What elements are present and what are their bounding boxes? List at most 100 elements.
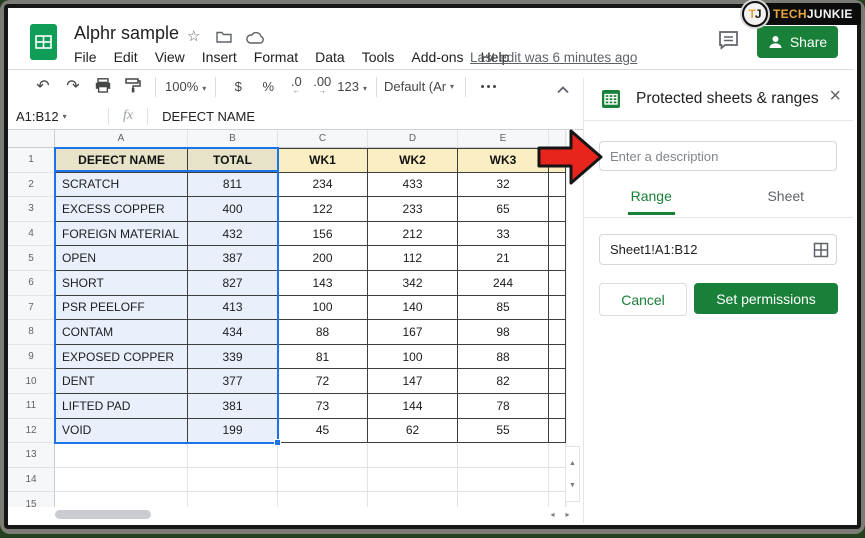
folder-icon[interactable] (216, 30, 232, 48)
row-header-14[interactable]: 14 (8, 468, 55, 493)
cell-E3[interactable]: 65 (458, 197, 549, 222)
cell-C10[interactable]: 72 (278, 369, 368, 394)
cell-B9[interactable]: 339 (188, 345, 278, 370)
cell-D11[interactable]: 144 (368, 394, 458, 419)
row-header-4[interactable]: 4 (8, 222, 55, 247)
cell-C11[interactable]: 73 (278, 394, 368, 419)
cell-A10[interactable]: DENT (55, 369, 188, 394)
cell-D7[interactable]: 140 (368, 296, 458, 321)
row-header-11[interactable]: 11 (8, 394, 55, 419)
cell-D2[interactable]: 433 (368, 173, 458, 198)
cell-F13[interactable] (549, 443, 566, 468)
cell-E7[interactable]: 85 (458, 296, 549, 321)
cell-C8[interactable]: 88 (278, 320, 368, 345)
cell-A11[interactable]: LIFTED PAD (55, 394, 188, 419)
cell-D8[interactable]: 167 (368, 320, 458, 345)
cell-D12[interactable]: 62 (368, 419, 458, 444)
cell-A5[interactable]: OPEN (55, 246, 188, 271)
cell-E13[interactable] (458, 443, 549, 468)
cell-E14[interactable] (458, 468, 549, 493)
cell-E5[interactable]: 21 (458, 246, 549, 271)
column-header-D[interactable]: D (368, 130, 458, 148)
undo-button[interactable]: ↶ (28, 79, 58, 95)
cell-D4[interactable]: 212 (368, 222, 458, 247)
cell-A7[interactable]: PSR PEELOFF (55, 296, 188, 321)
column-header-C[interactable]: C (278, 130, 368, 148)
column-header-B[interactable]: B (188, 130, 278, 148)
more-toolbar-options-button[interactable] (481, 85, 496, 88)
cell-C4[interactable]: 156 (278, 222, 368, 247)
cell-E8[interactable]: 98 (458, 320, 549, 345)
paint-format-button[interactable] (118, 78, 148, 96)
cell-F3[interactable] (549, 197, 566, 222)
row-header-9[interactable]: 9 (8, 345, 55, 370)
format-percent-button[interactable]: % (253, 79, 283, 94)
cell-B4[interactable]: 432 (188, 222, 278, 247)
cell-E11[interactable]: 78 (458, 394, 549, 419)
font-select[interactable]: Default (Ari…▾ (384, 79, 458, 94)
cell-E9[interactable]: 88 (458, 345, 549, 370)
menu-view[interactable]: View (155, 49, 185, 65)
cell-C1[interactable]: WK1 (278, 148, 368, 173)
set-permissions-button[interactable]: Set permissions (694, 283, 838, 314)
cell-C12[interactable]: 45 (278, 419, 368, 444)
tab-sheet[interactable]: Sheet (719, 185, 854, 217)
cell-B6[interactable]: 827 (188, 271, 278, 296)
cell-D13[interactable] (368, 443, 458, 468)
cell-D3[interactable]: 233 (368, 197, 458, 222)
cell-F10[interactable] (549, 369, 566, 394)
cell-B2[interactable]: 811 (188, 173, 278, 198)
cell-C6[interactable]: 143 (278, 271, 368, 296)
row-header-12[interactable]: 12 (8, 419, 55, 444)
cancel-button[interactable]: Cancel (599, 283, 687, 316)
format-currency-button[interactable]: $ (223, 79, 253, 94)
cell-C5[interactable]: 200 (278, 246, 368, 271)
description-input[interactable] (599, 141, 837, 171)
cell-F11[interactable] (549, 394, 566, 419)
cell-A1[interactable]: DEFECT NAME (55, 148, 188, 173)
formula-bar-value[interactable]: DEFECT NAME (162, 109, 255, 124)
cell-F4[interactable] (549, 222, 566, 247)
cell-B5[interactable]: 387 (188, 246, 278, 271)
cell-F9[interactable] (549, 345, 566, 370)
cell-B1[interactable]: TOTAL (188, 148, 278, 173)
cell-F6[interactable] (549, 271, 566, 296)
cell-D1[interactable]: WK2 (368, 148, 458, 173)
increase-decimal-button[interactable]: .00→ (309, 77, 335, 97)
menu-add-ons[interactable]: Add-ons (411, 49, 463, 65)
row-header-6[interactable]: 6 (8, 271, 55, 296)
cell-E12[interactable]: 55 (458, 419, 549, 444)
menu-file[interactable]: File (74, 49, 97, 65)
share-button[interactable]: Share (757, 26, 838, 58)
star-icon[interactable]: ☆ (187, 27, 200, 45)
cell-B10[interactable]: 377 (188, 369, 278, 394)
more-formats-button[interactable]: 123▾ (335, 79, 369, 94)
cell-B8[interactable]: 434 (188, 320, 278, 345)
cell-A8[interactable]: CONTAM (55, 320, 188, 345)
row-header-1[interactable]: 1 (8, 148, 55, 173)
cell-A2[interactable]: SCRATCH (55, 173, 188, 198)
cell-C9[interactable]: 81 (278, 345, 368, 370)
menu-edit[interactable]: Edit (114, 49, 138, 65)
cell-C7[interactable]: 100 (278, 296, 368, 321)
print-button[interactable] (88, 78, 118, 96)
cell-F7[interactable] (549, 296, 566, 321)
cell-F5[interactable] (549, 246, 566, 271)
cell-B14[interactable] (188, 468, 278, 493)
range-input[interactable] (599, 234, 837, 265)
cell-E10[interactable]: 82 (458, 369, 549, 394)
row-header-3[interactable]: 3 (8, 197, 55, 222)
tab-range[interactable]: Range (584, 185, 719, 217)
row-header-5[interactable]: 5 (8, 246, 55, 271)
google-sheets-logo-icon[interactable] (30, 24, 57, 65)
cell-F8[interactable] (549, 320, 566, 345)
document-title[interactable]: Alphr sample (74, 23, 179, 44)
cell-A12[interactable]: VOID (55, 419, 188, 444)
cell-D10[interactable]: 147 (368, 369, 458, 394)
cell-B11[interactable]: 381 (188, 394, 278, 419)
cell-D5[interactable]: 112 (368, 246, 458, 271)
vertical-scroll-arrows[interactable]: ▲▼ (565, 446, 580, 502)
menu-data[interactable]: Data (315, 49, 345, 65)
cell-E4[interactable]: 33 (458, 222, 549, 247)
cell-A14[interactable] (55, 468, 188, 493)
